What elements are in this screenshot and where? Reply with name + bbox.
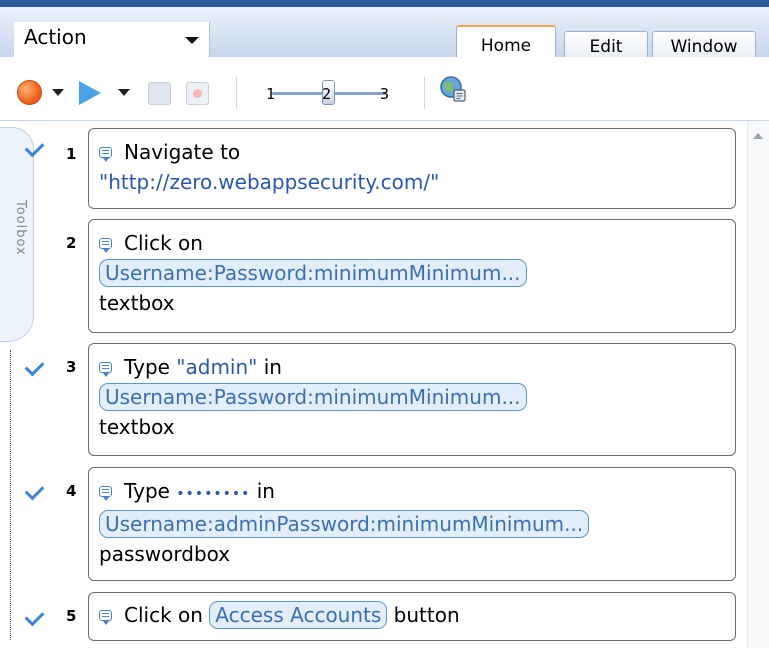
slider-tick-3: 3 <box>380 85 390 103</box>
action-dropdown[interactable]: Action <box>14 22 210 62</box>
header-bar: Action Home Edit Window <box>0 7 769 63</box>
slider-tick-2: 2 <box>322 85 332 103</box>
toolbar-divider <box>236 77 237 109</box>
element-target-chip[interactable]: Username:Password:minimumMinimum... <box>99 383 527 411</box>
step-preposition: in <box>263 355 282 379</box>
typed-value: "admin" <box>176 355 258 379</box>
step-number: 4 <box>66 482 77 500</box>
action-dropdown-label: Action <box>24 25 87 49</box>
step-verb: Type <box>124 479 170 503</box>
element-kind: textbox <box>99 291 175 315</box>
slider-tick-1: 1 <box>266 85 276 103</box>
toolbar-divider <box>424 77 425 109</box>
dotted-guide-line <box>10 350 11 640</box>
step-verb: Navigate to <box>124 140 241 164</box>
step-verb: Type <box>124 355 170 379</box>
record-button[interactable] <box>17 80 42 105</box>
element-kind: textbox <box>99 415 175 439</box>
comment-icon <box>99 486 112 501</box>
comment-icon <box>99 147 112 162</box>
step-card[interactable]: Type "admin" in Username:Password:minimu… <box>88 343 736 456</box>
step-number: 2 <box>66 234 77 252</box>
step-verb: Click on <box>124 603 203 627</box>
element-target-chip[interactable]: Username:Password:minimumMinimum... <box>99 259 527 287</box>
element-target-chip[interactable]: Username:adminPassword:minimumMinimum... <box>99 510 590 538</box>
toolbox-side-tab[interactable]: Toolbox <box>0 127 34 342</box>
record-options-dropdown[interactable] <box>52 89 64 96</box>
play-options-dropdown[interactable] <box>118 89 130 96</box>
step-number: 5 <box>66 607 77 625</box>
browser-settings-icon[interactable] <box>438 75 468 105</box>
step-card[interactable]: Click on Access Accounts button <box>88 592 736 641</box>
element-kind: button <box>393 603 460 627</box>
comment-icon <box>99 238 112 253</box>
vertical-scrollbar[interactable] <box>747 121 769 648</box>
element-target-chip[interactable]: Access Accounts <box>209 601 388 629</box>
step-card[interactable]: Type •••••••• in Username:adminPassword:… <box>88 467 736 581</box>
step-url: "http://zero.webappsecurity.com/" <box>99 170 440 194</box>
comment-icon <box>99 362 112 377</box>
scroll-up-arrow-icon[interactable] <box>753 133 763 139</box>
step-card[interactable]: Navigate to "http://zero.webappsecurity.… <box>88 128 736 209</box>
record-frame-button[interactable] <box>186 82 209 105</box>
step-preposition: in <box>256 479 275 503</box>
masked-password-value: •••••••• <box>176 486 251 502</box>
stop-button[interactable] <box>148 82 171 105</box>
step-card[interactable]: Click on Username:Password:minimumMinimu… <box>88 219 736 333</box>
step-number: 3 <box>66 358 77 376</box>
toolbox-label: Toolbox <box>13 200 28 256</box>
comment-icon <box>99 610 112 625</box>
step-verb: Click on <box>124 231 203 255</box>
element-kind: passwordbox <box>99 542 231 566</box>
toolbar: 1 2 3 <box>0 57 769 121</box>
chevron-down-icon <box>185 37 199 44</box>
window-top-edge <box>0 0 769 7</box>
play-button[interactable] <box>79 81 101 105</box>
step-number: 1 <box>66 145 77 163</box>
